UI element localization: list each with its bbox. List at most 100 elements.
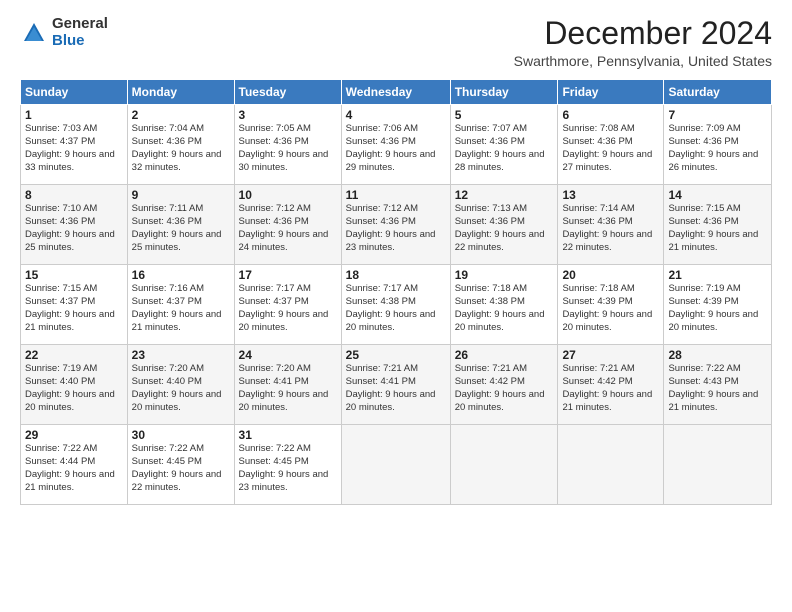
day-number: 1 [25,108,123,122]
col-wednesday: Wednesday [341,80,450,105]
day-info: Sunrise: 7:20 AMSunset: 4:40 PMDaylight:… [132,363,222,412]
table-row: 10 Sunrise: 7:12 AMSunset: 4:36 PMDaylig… [234,185,341,265]
day-number: 25 [346,348,446,362]
day-info: Sunrise: 7:16 AMSunset: 4:37 PMDaylight:… [132,283,222,332]
table-row [664,425,772,505]
day-number: 4 [346,108,446,122]
day-info: Sunrise: 7:13 AMSunset: 4:36 PMDaylight:… [455,203,545,252]
col-friday: Friday [558,80,664,105]
table-row: 5 Sunrise: 7:07 AMSunset: 4:36 PMDayligh… [450,105,558,185]
day-info: Sunrise: 7:19 AMSunset: 4:39 PMDaylight:… [668,283,758,332]
day-info: Sunrise: 7:12 AMSunset: 4:36 PMDaylight:… [346,203,436,252]
day-number: 7 [668,108,767,122]
table-row: 28 Sunrise: 7:22 AMSunset: 4:43 PMDaylig… [664,345,772,425]
day-number: 3 [239,108,337,122]
table-row [450,425,558,505]
day-info: Sunrise: 7:14 AMSunset: 4:36 PMDaylight:… [562,203,652,252]
day-info: Sunrise: 7:22 AMSunset: 4:43 PMDaylight:… [668,363,758,412]
table-row: 24 Sunrise: 7:20 AMSunset: 4:41 PMDaylig… [234,345,341,425]
day-number: 20 [562,268,659,282]
location: Swarthmore, Pennsylvania, United States [514,53,772,69]
table-row: 25 Sunrise: 7:21 AMSunset: 4:41 PMDaylig… [341,345,450,425]
day-info: Sunrise: 7:10 AMSunset: 4:36 PMDaylight:… [25,203,115,252]
table-row: 16 Sunrise: 7:16 AMSunset: 4:37 PMDaylig… [127,265,234,345]
day-info: Sunrise: 7:17 AMSunset: 4:38 PMDaylight:… [346,283,436,332]
day-number: 11 [346,188,446,202]
day-info: Sunrise: 7:18 AMSunset: 4:38 PMDaylight:… [455,283,545,332]
day-number: 2 [132,108,230,122]
header: General Blue December 2024 Swarthmore, P… [20,16,772,69]
table-row: 15 Sunrise: 7:15 AMSunset: 4:37 PMDaylig… [21,265,128,345]
table-row: 1 Sunrise: 7:03 AMSunset: 4:37 PMDayligh… [21,105,128,185]
table-row: 18 Sunrise: 7:17 AMSunset: 4:38 PMDaylig… [341,265,450,345]
day-number: 27 [562,348,659,362]
col-sunday: Sunday [21,80,128,105]
table-row: 23 Sunrise: 7:20 AMSunset: 4:40 PMDaylig… [127,345,234,425]
calendar-table: Sunday Monday Tuesday Wednesday Thursday… [20,79,772,505]
table-row: 9 Sunrise: 7:11 AMSunset: 4:36 PMDayligh… [127,185,234,265]
table-row: 30 Sunrise: 7:22 AMSunset: 4:45 PMDaylig… [127,425,234,505]
day-info: Sunrise: 7:06 AMSunset: 4:36 PMDaylight:… [346,123,436,172]
day-number: 26 [455,348,554,362]
col-thursday: Thursday [450,80,558,105]
table-row: 2 Sunrise: 7:04 AMSunset: 4:36 PMDayligh… [127,105,234,185]
table-row: 11 Sunrise: 7:12 AMSunset: 4:36 PMDaylig… [341,185,450,265]
day-info: Sunrise: 7:04 AMSunset: 4:36 PMDaylight:… [132,123,222,172]
day-info: Sunrise: 7:08 AMSunset: 4:36 PMDaylight:… [562,123,652,172]
table-row: 20 Sunrise: 7:18 AMSunset: 4:39 PMDaylig… [558,265,664,345]
calendar-week-row: 29 Sunrise: 7:22 AMSunset: 4:44 PMDaylig… [21,425,772,505]
day-number: 15 [25,268,123,282]
day-number: 31 [239,428,337,442]
day-info: Sunrise: 7:22 AMSunset: 4:45 PMDaylight:… [239,443,329,492]
day-info: Sunrise: 7:20 AMSunset: 4:41 PMDaylight:… [239,363,329,412]
day-number: 13 [562,188,659,202]
day-info: Sunrise: 7:15 AMSunset: 4:36 PMDaylight:… [668,203,758,252]
table-row: 26 Sunrise: 7:21 AMSunset: 4:42 PMDaylig… [450,345,558,425]
day-number: 8 [25,188,123,202]
day-info: Sunrise: 7:21 AMSunset: 4:42 PMDaylight:… [455,363,545,412]
table-row: 12 Sunrise: 7:13 AMSunset: 4:36 PMDaylig… [450,185,558,265]
calendar-week-row: 1 Sunrise: 7:03 AMSunset: 4:37 PMDayligh… [21,105,772,185]
calendar-week-row: 8 Sunrise: 7:10 AMSunset: 4:36 PMDayligh… [21,185,772,265]
table-row [558,425,664,505]
table-row: 6 Sunrise: 7:08 AMSunset: 4:36 PMDayligh… [558,105,664,185]
calendar-header-row: Sunday Monday Tuesday Wednesday Thursday… [21,80,772,105]
day-number: 10 [239,188,337,202]
calendar-week-row: 22 Sunrise: 7:19 AMSunset: 4:40 PMDaylig… [21,345,772,425]
table-row: 14 Sunrise: 7:15 AMSunset: 4:36 PMDaylig… [664,185,772,265]
day-info: Sunrise: 7:21 AMSunset: 4:41 PMDaylight:… [346,363,436,412]
day-number: 28 [668,348,767,362]
table-row: 17 Sunrise: 7:17 AMSunset: 4:37 PMDaylig… [234,265,341,345]
day-number: 24 [239,348,337,362]
table-row: 22 Sunrise: 7:19 AMSunset: 4:40 PMDaylig… [21,345,128,425]
day-number: 6 [562,108,659,122]
col-saturday: Saturday [664,80,772,105]
day-info: Sunrise: 7:12 AMSunset: 4:36 PMDaylight:… [239,203,329,252]
day-info: Sunrise: 7:22 AMSunset: 4:44 PMDaylight:… [25,443,115,492]
day-number: 5 [455,108,554,122]
page: General Blue December 2024 Swarthmore, P… [0,0,792,612]
day-number: 23 [132,348,230,362]
day-number: 14 [668,188,767,202]
table-row: 7 Sunrise: 7:09 AMSunset: 4:36 PMDayligh… [664,105,772,185]
day-number: 30 [132,428,230,442]
day-info: Sunrise: 7:09 AMSunset: 4:36 PMDaylight:… [668,123,758,172]
day-number: 29 [25,428,123,442]
logo: General Blue [20,16,108,49]
day-info: Sunrise: 7:15 AMSunset: 4:37 PMDaylight:… [25,283,115,332]
day-info: Sunrise: 7:21 AMSunset: 4:42 PMDaylight:… [562,363,652,412]
month-title: December 2024 [514,16,772,51]
table-row: 31 Sunrise: 7:22 AMSunset: 4:45 PMDaylig… [234,425,341,505]
day-number: 12 [455,188,554,202]
table-row: 8 Sunrise: 7:10 AMSunset: 4:36 PMDayligh… [21,185,128,265]
table-row: 13 Sunrise: 7:14 AMSunset: 4:36 PMDaylig… [558,185,664,265]
table-row: 27 Sunrise: 7:21 AMSunset: 4:42 PMDaylig… [558,345,664,425]
calendar-week-row: 15 Sunrise: 7:15 AMSunset: 4:37 PMDaylig… [21,265,772,345]
day-number: 22 [25,348,123,362]
day-info: Sunrise: 7:22 AMSunset: 4:45 PMDaylight:… [132,443,222,492]
logo-icon [20,19,48,47]
table-row: 3 Sunrise: 7:05 AMSunset: 4:36 PMDayligh… [234,105,341,185]
day-number: 16 [132,268,230,282]
logo-general-text: General [52,16,108,33]
table-row: 21 Sunrise: 7:19 AMSunset: 4:39 PMDaylig… [664,265,772,345]
